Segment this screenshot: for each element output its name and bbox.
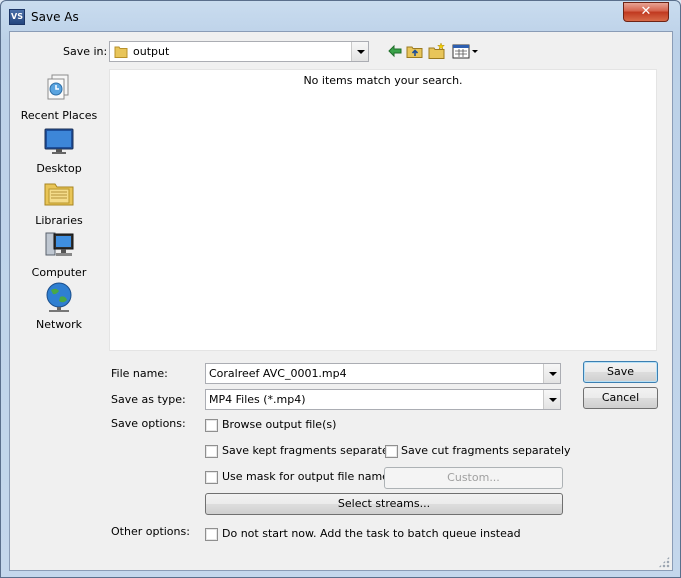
close-button[interactable]: ✕ xyxy=(623,2,669,22)
browse-output-checkbox[interactable] xyxy=(205,419,218,432)
view-menu-icon[interactable] xyxy=(451,42,479,60)
use-mask-label[interactable]: Use mask for output file names xyxy=(222,470,395,483)
save-type-value: MP4 Files (*.mp4) xyxy=(209,393,306,406)
custom-button[interactable]: Custom... xyxy=(384,467,563,489)
file-name-label: File name: xyxy=(111,367,168,380)
new-folder-icon[interactable] xyxy=(428,42,446,60)
other-options-label: Other options: xyxy=(111,525,190,538)
chevron-down-icon[interactable] xyxy=(543,364,560,383)
back-arrow-icon[interactable] xyxy=(386,42,404,60)
places-computer[interactable]: Computer xyxy=(17,229,101,279)
save-in-label: Save in: xyxy=(63,45,108,58)
save-options-label: Save options: xyxy=(111,417,186,430)
save-cut-checkbox[interactable] xyxy=(385,445,398,458)
save-in-value: output xyxy=(133,45,170,58)
browse-output-label[interactable]: Browse output file(s) xyxy=(222,418,336,431)
use-mask-checkbox[interactable] xyxy=(205,471,218,484)
save-button[interactable]: Save xyxy=(583,361,658,383)
desktop-icon xyxy=(44,128,74,154)
cancel-button[interactable]: Cancel xyxy=(583,387,658,409)
network-icon xyxy=(46,282,72,312)
chevron-down-icon[interactable] xyxy=(543,390,560,409)
resize-grip[interactable] xyxy=(658,556,670,568)
title-bar[interactable]: VS Save As ✕ xyxy=(1,1,680,31)
folder-icon xyxy=(114,46,128,58)
save-kept-label[interactable]: Save kept fragments separately xyxy=(222,444,398,457)
close-icon: ✕ xyxy=(640,4,652,19)
file-name-value: Coralreef AVC_0001.mp4 xyxy=(209,367,347,380)
places-desktop-label: Desktop xyxy=(36,162,82,175)
save-as-dialog: VS Save As ✕ Save in: output Recent Plac… xyxy=(0,0,681,578)
batch-queue-label[interactable]: Do not start now. Add the task to batch … xyxy=(222,527,521,540)
places-desktop[interactable]: Desktop xyxy=(17,125,101,175)
places-network-label: Network xyxy=(36,318,82,331)
file-name-field[interactable]: Coralreef AVC_0001.mp4 xyxy=(205,363,561,384)
chevron-down-icon[interactable] xyxy=(351,42,368,61)
empty-list-message: No items match your search. xyxy=(303,74,463,87)
libraries-icon xyxy=(44,183,74,206)
window-title: Save As xyxy=(31,10,79,24)
places-recent[interactable]: Recent Places xyxy=(17,72,101,122)
save-in-dropdown[interactable]: output xyxy=(109,41,369,62)
places-libraries-label: Libraries xyxy=(35,214,83,227)
places-recent-label: Recent Places xyxy=(20,109,98,122)
places-computer-label: Computer xyxy=(31,266,87,279)
dialog-client-area: Save in: output Recent Places Desktop Li… xyxy=(9,31,673,571)
up-folder-icon[interactable] xyxy=(406,42,424,60)
save-type-label: Save as type: xyxy=(111,393,186,406)
computer-icon xyxy=(45,232,74,256)
recent-places-icon xyxy=(47,74,69,100)
places-network[interactable]: Network xyxy=(17,281,101,331)
select-streams-button[interactable]: Select streams... xyxy=(205,493,563,515)
batch-queue-checkbox[interactable] xyxy=(205,528,218,541)
save-kept-checkbox[interactable] xyxy=(205,445,218,458)
file-list[interactable]: No items match your search. xyxy=(109,69,657,351)
places-libraries[interactable]: Libraries xyxy=(17,177,101,227)
save-type-dropdown[interactable]: MP4 Files (*.mp4) xyxy=(205,389,561,410)
app-icon: VS xyxy=(9,9,25,25)
save-cut-label[interactable]: Save cut fragments separately xyxy=(401,444,571,457)
